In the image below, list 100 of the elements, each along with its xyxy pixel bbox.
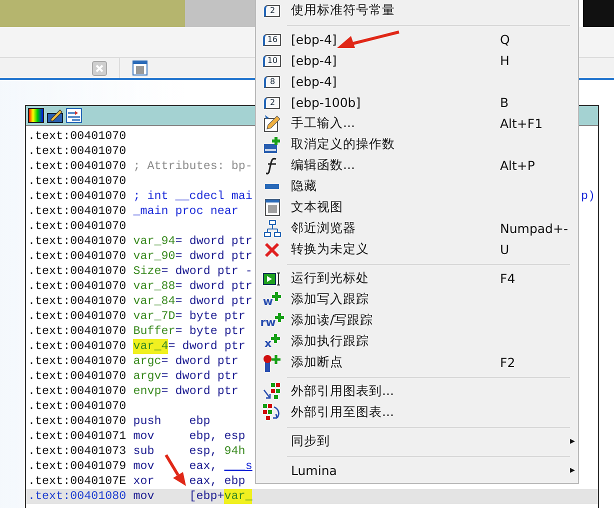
code-token: ; Attributes: bp-: [133, 159, 252, 174]
menu-item[interactable]: 同步到 ▸: [256, 431, 578, 452]
code-token: Buffer: [133, 324, 176, 339]
trace-plus-icon: rw: [260, 312, 284, 328]
code-address: .text:00401070: [28, 309, 126, 324]
pencil-icon[interactable]: [47, 108, 63, 123]
number-box-icon: 16: [263, 34, 281, 46]
code-address: .text:00401079: [28, 459, 126, 474]
pencil-icon: [264, 115, 280, 132]
menu-item[interactable]: x 添加执行跟踪: [256, 331, 578, 352]
minus-icon: [265, 184, 279, 189]
number-box-icon: 2: [264, 96, 280, 108]
menu-item[interactable]: 文本视图: [256, 197, 578, 218]
menu-item[interactable]: 运行到光标处 F4: [256, 268, 578, 289]
code-token: _main proc near: [133, 204, 238, 219]
code-token: argc: [133, 354, 162, 369]
code-address: .text:00401070: [28, 279, 126, 294]
code-token: eax, ebp: [189, 474, 246, 489]
trace-plus-icon: x: [264, 334, 280, 350]
code-token: var_4: [133, 339, 168, 354]
code-token: mov: [133, 459, 156, 474]
code-token: = dword ptr -: [161, 264, 252, 279]
code-token: mov: [133, 429, 156, 444]
code-address: .text:0040107E: [28, 474, 126, 489]
menu-item[interactable]: rw 添加读/写跟踪: [256, 310, 578, 331]
code-address: .text:00401070: [28, 369, 126, 384]
code-address: .text:00401070: [28, 384, 126, 399]
code-address: .text:00401070: [28, 144, 126, 159]
code-token: var_7D: [133, 309, 176, 324]
menu-item[interactable]: 8 [ebp-4]: [256, 71, 578, 92]
code-address: .text:00401073: [28, 444, 126, 459]
code-token: = dword ptr: [161, 384, 238, 399]
code-address: .text:00401070: [28, 204, 126, 219]
code-token: mov: [133, 489, 156, 504]
code-token: = dword ptr: [175, 279, 252, 294]
code-token: esp,: [189, 444, 218, 459]
code-address: .text:00401070: [28, 189, 126, 204]
code-address: .text:00401070: [28, 234, 126, 249]
menu-item[interactable]: Lumina ▸: [256, 460, 578, 481]
menu-item[interactable]: 隐藏: [256, 176, 578, 197]
code-token: = byte ptr: [175, 324, 246, 339]
code-token: = dword ptr: [175, 234, 252, 249]
breakpoint-icon: [263, 354, 281, 372]
code-token: argv: [133, 369, 162, 384]
code-token: var_88: [133, 279, 176, 294]
cross-icon: [264, 242, 280, 258]
menu-item[interactable]: 外部引用图表到...: [256, 381, 578, 402]
dark-panel: [583, 0, 614, 27]
code-token: ; int __cdecl mai: [133, 189, 252, 204]
code-address: .text:00401070: [28, 354, 126, 369]
code-address: .text:00401071: [28, 429, 126, 444]
code-token: [ebp+: [189, 489, 224, 504]
menu-item[interactable]: 转换为未定义 U: [256, 239, 578, 260]
code-token: ___s: [224, 459, 252, 474]
palette-icon[interactable]: [28, 108, 44, 123]
menu-item[interactable]: 添加断点 F2: [256, 352, 578, 373]
menu-item[interactable]: 邻近浏览器 Numpad+-: [256, 218, 578, 239]
text-document-icon[interactable]: [132, 60, 148, 76]
code-token: = byte ptr: [175, 309, 246, 324]
code-token: envp: [133, 384, 162, 399]
code-token: = dword ptr: [168, 339, 246, 354]
code-token: var_90: [133, 249, 176, 264]
code-token: ebp, esp: [189, 429, 246, 444]
code-address: .text:00401070: [28, 414, 126, 429]
code-token: = dword ptr: [161, 354, 238, 369]
menu-item[interactable]: 10 [ebp-4] H: [256, 50, 578, 71]
graph-arrow-icon: [263, 383, 281, 400]
code-token: p): [580, 189, 595, 204]
code-token: 94h: [224, 444, 246, 459]
number-box-icon: 8: [264, 76, 280, 88]
menu-item[interactable]: 2 使用标准符号常量: [256, 0, 578, 21]
code-address: .text:00401070: [28, 159, 126, 174]
code-address: .text:00401070: [28, 129, 126, 144]
code-address: .text:00401070: [28, 339, 126, 354]
code-address: .text:00401070: [28, 294, 126, 309]
code-address: .text:00401070: [28, 219, 126, 234]
menu-item[interactable]: 外部引用至图表...: [256, 402, 578, 423]
code-token: xor: [133, 474, 156, 489]
menu-item[interactable]: 取消定义的操作数: [256, 134, 578, 155]
graph-icon[interactable]: [66, 108, 82, 123]
code-address: .text:00401080: [28, 489, 126, 504]
code-token: var_84: [133, 294, 176, 309]
code-token: = dword ptr: [175, 294, 252, 309]
code-address: .text:00401070: [28, 324, 126, 339]
code-token: var_94: [133, 234, 176, 249]
code-address: .text:00401070: [28, 174, 126, 189]
menu-item[interactable]: 编辑函数... Alt+P: [256, 155, 578, 176]
code-address: .text:00401070: [28, 264, 126, 279]
code-token: = dword ptr: [175, 249, 252, 264]
trace-plus-icon: w: [262, 292, 282, 308]
tree-icon: [264, 220, 280, 237]
run-to-cursor-icon: [263, 272, 281, 286]
function-icon: [266, 156, 278, 174]
code-address: .text:00401070: [28, 249, 126, 264]
menu-item[interactable]: 2 [ebp-100b] B: [256, 92, 578, 113]
code-token: push: [133, 414, 162, 429]
data-plus-icon: [264, 136, 280, 152]
menu-item[interactable]: w 添加写入跟踪: [256, 289, 578, 310]
menu-item[interactable]: 手工输入... Alt+F1: [256, 113, 578, 134]
code-token: sub: [133, 444, 156, 459]
